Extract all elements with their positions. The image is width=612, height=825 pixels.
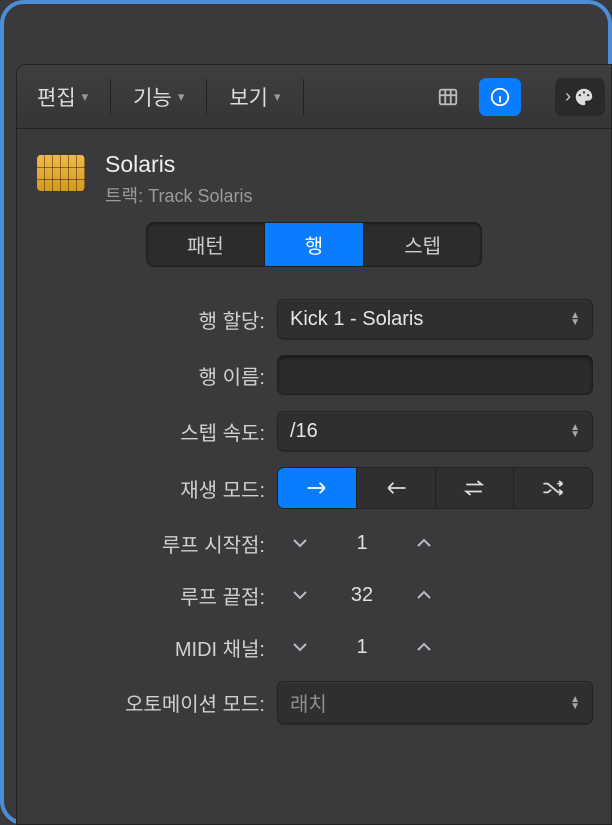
increment-button[interactable] — [401, 629, 447, 665]
inspector-panel: 편집 ▾ 기능 ▾ 보기 ▾ › — [16, 64, 612, 825]
palette-button[interactable]: › — [555, 78, 605, 116]
chevron-down-icon — [292, 538, 308, 548]
label-row-assignment: 행 할당: — [17, 305, 277, 334]
tab-row[interactable]: 행 — [265, 223, 364, 266]
updown-icon: ▲▼ — [570, 696, 580, 710]
play-mode-random[interactable] — [514, 468, 592, 508]
arrows-swap-icon — [461, 479, 487, 497]
chevron-right-icon: › — [565, 86, 571, 107]
increment-button[interactable] — [401, 577, 447, 613]
grid-button[interactable] — [427, 78, 469, 116]
midi-channel-stepper[interactable]: 1 — [277, 629, 447, 665]
toolbar: 편집 ▾ 기능 ▾ 보기 ▾ › — [17, 65, 611, 129]
palette-icon — [573, 86, 595, 108]
pattern-region-icon — [37, 155, 85, 191]
label-row-name: 행 이름: — [17, 361, 277, 390]
play-mode-segmented — [277, 467, 593, 509]
shuffle-icon — [540, 479, 566, 497]
chevron-down-icon: ▾ — [82, 89, 89, 105]
inspector-form: 행 할당: Kick 1 - Solaris ▲▼ 행 이름: 스텝 속도: /… — [17, 281, 611, 724]
automation-mode-popup[interactable]: 래치 ▲▼ — [277, 681, 593, 724]
info-icon — [489, 86, 511, 108]
automation-mode-value: 래치 — [290, 688, 327, 717]
tab-step[interactable]: 스텝 — [364, 223, 481, 266]
menu-edit-label: 편집 — [37, 82, 76, 112]
inspector-button[interactable] — [479, 78, 521, 116]
label-play-mode: 재생 모드: — [17, 474, 277, 503]
track-subtitle: 트랙: Track Solaris — [105, 182, 252, 208]
menu-view-label: 보기 — [229, 82, 268, 112]
increment-button[interactable] — [401, 525, 447, 561]
arrow-right-icon — [304, 479, 330, 497]
label-loop-start: 루프 시작점: — [17, 529, 277, 558]
row-assignment-popup[interactable]: Kick 1 - Solaris ▲▼ — [277, 299, 593, 339]
grid-icon — [437, 86, 459, 108]
header: Solaris 트랙: Track Solaris — [17, 129, 611, 218]
chevron-up-icon — [416, 590, 432, 600]
separator — [110, 79, 111, 115]
play-mode-forward[interactable] — [278, 468, 357, 508]
label-automation-mode: 오토메이션 모드: — [17, 688, 277, 717]
loop-end-stepper[interactable]: 32 — [277, 577, 447, 613]
tab-pattern[interactable]: 패턴 — [147, 223, 265, 266]
menu-function[interactable]: 기능 ▾ — [119, 76, 198, 118]
chevron-down-icon: ▾ — [274, 89, 281, 105]
region-title: Solaris — [105, 151, 252, 178]
play-mode-backward[interactable] — [357, 468, 436, 508]
chevron-up-icon — [416, 642, 432, 652]
updown-icon: ▲▼ — [570, 424, 580, 438]
menu-function-label: 기능 — [133, 82, 172, 112]
chevron-down-icon — [292, 642, 308, 652]
chevron-up-icon — [416, 538, 432, 548]
play-mode-pingpong[interactable] — [436, 468, 515, 508]
updown-icon: ▲▼ — [570, 312, 580, 326]
loop-start-value: 1 — [323, 532, 401, 555]
step-rate-popup[interactable]: /16 ▲▼ — [277, 411, 593, 451]
row-name-input[interactable] — [277, 355, 593, 395]
loop-end-value: 32 — [323, 584, 401, 607]
step-rate-value: /16 — [290, 420, 318, 443]
chevron-down-icon: ▾ — [178, 89, 185, 105]
decrement-button[interactable] — [277, 525, 323, 561]
arrow-left-icon — [383, 479, 409, 497]
midi-channel-value: 1 — [323, 636, 401, 659]
label-loop-end: 루프 끝점: — [17, 581, 277, 610]
label-midi-channel: MIDI 채널: — [17, 633, 277, 662]
scope-tabs: 패턴 행 스텝 — [146, 222, 482, 267]
separator — [303, 79, 304, 115]
label-step-rate: 스텝 속도: — [17, 417, 277, 446]
decrement-button[interactable] — [277, 629, 323, 665]
chevron-down-icon — [292, 590, 308, 600]
decrement-button[interactable] — [277, 577, 323, 613]
menu-view[interactable]: 보기 ▾ — [215, 76, 294, 118]
row-assignment-value: Kick 1 - Solaris — [290, 308, 423, 331]
separator — [206, 79, 207, 115]
menu-edit[interactable]: 편집 ▾ — [23, 76, 102, 118]
loop-start-stepper[interactable]: 1 — [277, 525, 447, 561]
